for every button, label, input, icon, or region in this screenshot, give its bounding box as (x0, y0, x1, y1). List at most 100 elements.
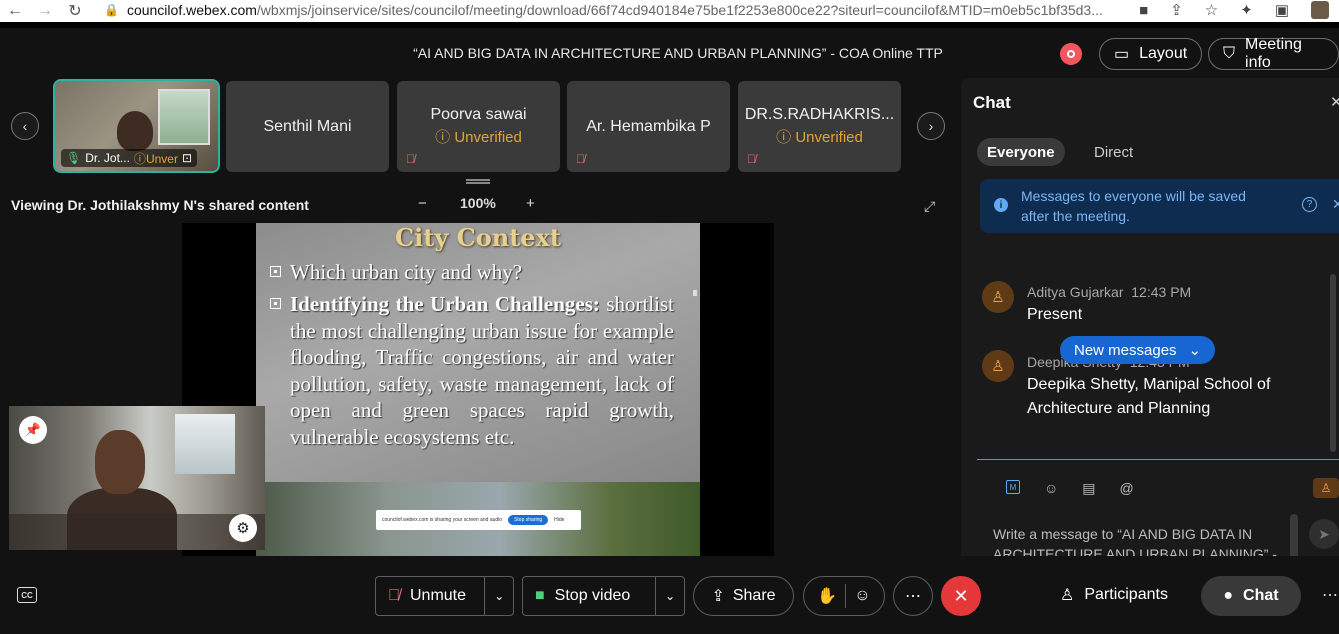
slide-bullet: Which urban city and why? (270, 259, 674, 286)
screen-share-notification: councilof.webex.com is sharing your scre… (376, 510, 581, 530)
message-text: Deepika Shetty, Manipal School of Archit… (1027, 376, 1271, 417)
chevron-down-icon: ⌄ (665, 589, 676, 603)
share-label: Share (732, 587, 776, 604)
bullet-icon (270, 298, 281, 309)
mouse-cursor (693, 290, 697, 296)
dismiss-icon[interactable]: ✕ (1332, 196, 1339, 213)
chat-button[interactable]: ● Chat (1201, 576, 1301, 616)
participant-tile[interactable]: Ar. Hemambika P 🎙̸ (567, 81, 730, 172)
meeting-info-button[interactable]: ⛉ Meeting info (1208, 36, 1339, 71)
viewing-shared-content-label: Viewing Dr. Jothilakshmy N's shared cont… (11, 197, 309, 213)
gear-icon[interactable]: ⚙ (229, 514, 257, 542)
participants-label: Participants (1084, 586, 1168, 603)
recording-icon[interactable] (1060, 43, 1082, 65)
chevron-down-icon: ⌄ (494, 589, 505, 603)
raise-hand-icon[interactable]: ✋ (817, 586, 837, 606)
close-icon: ✕ (953, 585, 969, 606)
participant-tile[interactable]: Poorva sawai ⓘ Unverified 🎙̸ (397, 81, 560, 172)
chat-bubble-icon: ● (1223, 587, 1234, 604)
close-icon[interactable]: ✕ (1330, 93, 1339, 111)
chat-message-input[interactable]: Write a message to “AI AND BIG DATA IN A… (993, 524, 1283, 556)
send-icon[interactable]: ➤ (1309, 519, 1339, 549)
participants-button[interactable]: ♙ Participants (1060, 585, 1168, 605)
mention-icon[interactable]: @ (1120, 480, 1134, 497)
shield-icon: ⛉ (1223, 45, 1236, 62)
self-view-video[interactable]: 📌 ⚙ (9, 406, 265, 550)
mic-muted-icon: 🎙̸ (576, 152, 585, 166)
new-messages-button[interactable]: New messages ⌄ (1060, 336, 1216, 364)
participant-name: DR.S.RADHAKRIS... (744, 106, 895, 123)
participant-tile[interactable]: Senthil Mani (226, 81, 389, 172)
url-path: /wbxmjs/joinservice/sites/councilof/meet… (256, 2, 1103, 18)
emoji-icon[interactable]: ☺ (1044, 480, 1058, 497)
zoom-out-button[interactable]: − (418, 195, 427, 212)
video-camera-icon: ■ (535, 587, 545, 604)
chat-notice: i Messages to everyone will be saved aft… (980, 179, 1339, 233)
info-icon: i (994, 198, 1008, 212)
star-icon[interactable]: ☆ (1205, 1, 1218, 19)
reactions-control: ✋ ☺ (803, 576, 885, 616)
markdown-icon[interactable]: M (1006, 480, 1020, 494)
stop-sharing-button[interactable]: Stop sharing (508, 515, 549, 525)
participant-tile[interactable]: DR.S.RADHAKRIS... ⓘ Unverified 🎙̸ (738, 81, 901, 172)
composer-scrollbar[interactable] (1290, 514, 1298, 556)
layout-label: Layout (1139, 45, 1188, 62)
leave-meeting-button[interactable]: ✕ (941, 576, 981, 616)
presentation-slide: City Context Which urban city and why? I… (256, 223, 700, 556)
unmute-button[interactable]: 🎙̸ Unmute (376, 577, 484, 615)
resize-handle[interactable] (466, 179, 490, 184)
camera-icon[interactable]: ■ (1139, 2, 1148, 19)
participant-label: 🎙 Dr. Jot... ⓘUnver ⊡ (61, 149, 198, 167)
prev-participants-button[interactable]: ‹ (11, 112, 39, 140)
user-avatar-icon: ♙ (982, 350, 1014, 382)
chevron-down-icon: ⌄ (1188, 342, 1202, 359)
mic-muted-icon: 🎙̸ (388, 587, 400, 604)
zoom-in-button[interactable]: + (526, 195, 535, 212)
help-icon[interactable]: ? (1302, 197, 1317, 212)
extensions-icon[interactable]: ✦ (1240, 1, 1253, 19)
reload-icon[interactable]: ↻ (60, 1, 90, 21)
stop-video-button[interactable]: ■ Stop video (523, 577, 655, 615)
sidebar-icon[interactable]: ▣ (1275, 1, 1289, 19)
share-button[interactable]: ⇪ Share (693, 576, 794, 616)
video-options-button[interactable]: ⌄ (655, 577, 684, 615)
closed-captions-icon[interactable]: CC (17, 587, 37, 603)
composer-divider (977, 459, 1339, 460)
layout-icon: ▭ (1114, 46, 1130, 63)
layout-button[interactable]: ▭ Layout (1099, 38, 1203, 70)
meeting-info-label: Meeting info (1245, 36, 1302, 71)
next-participants-button[interactable]: › (917, 112, 945, 140)
reactions-icon[interactable]: ☺ (854, 587, 870, 605)
expand-icon[interactable]: ⤢ (924, 198, 935, 215)
tab-everyone[interactable]: Everyone (977, 138, 1065, 166)
tab-direct[interactable]: Direct (1084, 138, 1143, 166)
participant-tile-active[interactable]: 🎙 Dr. Jot... ⓘUnver ⊡ (53, 79, 220, 173)
pin-icon[interactable]: 📌 (19, 416, 47, 444)
forward-icon[interactable]: → (30, 2, 60, 20)
composer-toolbar: M ☺ ▤ @ (1006, 480, 1134, 497)
share-page-icon[interactable]: ⇪ (1170, 1, 1183, 19)
back-icon[interactable]: ← (0, 2, 30, 20)
participant-name: Poorva sawai (430, 106, 527, 123)
message-meta: Aditya Gujarkar 12:43 PM (1027, 284, 1192, 300)
gif-icon[interactable]: ▤ (1082, 480, 1095, 497)
address-bar[interactable]: 🔒 councilof.webex.com/wbxmjs/joinservice… (104, 0, 1103, 20)
more-options-button[interactable]: ⋯ (893, 576, 933, 616)
more-icon[interactable]: ⋯ (1322, 585, 1338, 605)
recipient-icon[interactable]: ♙ (1313, 478, 1339, 498)
url-domain: councilof.webex.com (126, 2, 257, 18)
new-messages-label: New messages (1074, 341, 1177, 359)
video-control: ■ Stop video ⌄ (522, 576, 685, 616)
more-icon: ⋯ (905, 588, 921, 605)
bullet-icon (270, 266, 281, 277)
chat-scrollbar[interactable] (1330, 274, 1336, 452)
participant-name: Dr. Jot... (85, 151, 130, 165)
chat-title: Chat (973, 93, 1011, 112)
audio-options-button[interactable]: ⌄ (484, 577, 513, 615)
message-text: Present (1027, 306, 1083, 323)
hide-button[interactable]: Hide (554, 517, 564, 523)
profile-avatar[interactable] (1311, 1, 1329, 19)
mic-muted-icon: 🎙̸ (747, 152, 756, 166)
participant-name: Senthil Mani (263, 117, 352, 135)
slide-title: City Context (395, 223, 561, 252)
